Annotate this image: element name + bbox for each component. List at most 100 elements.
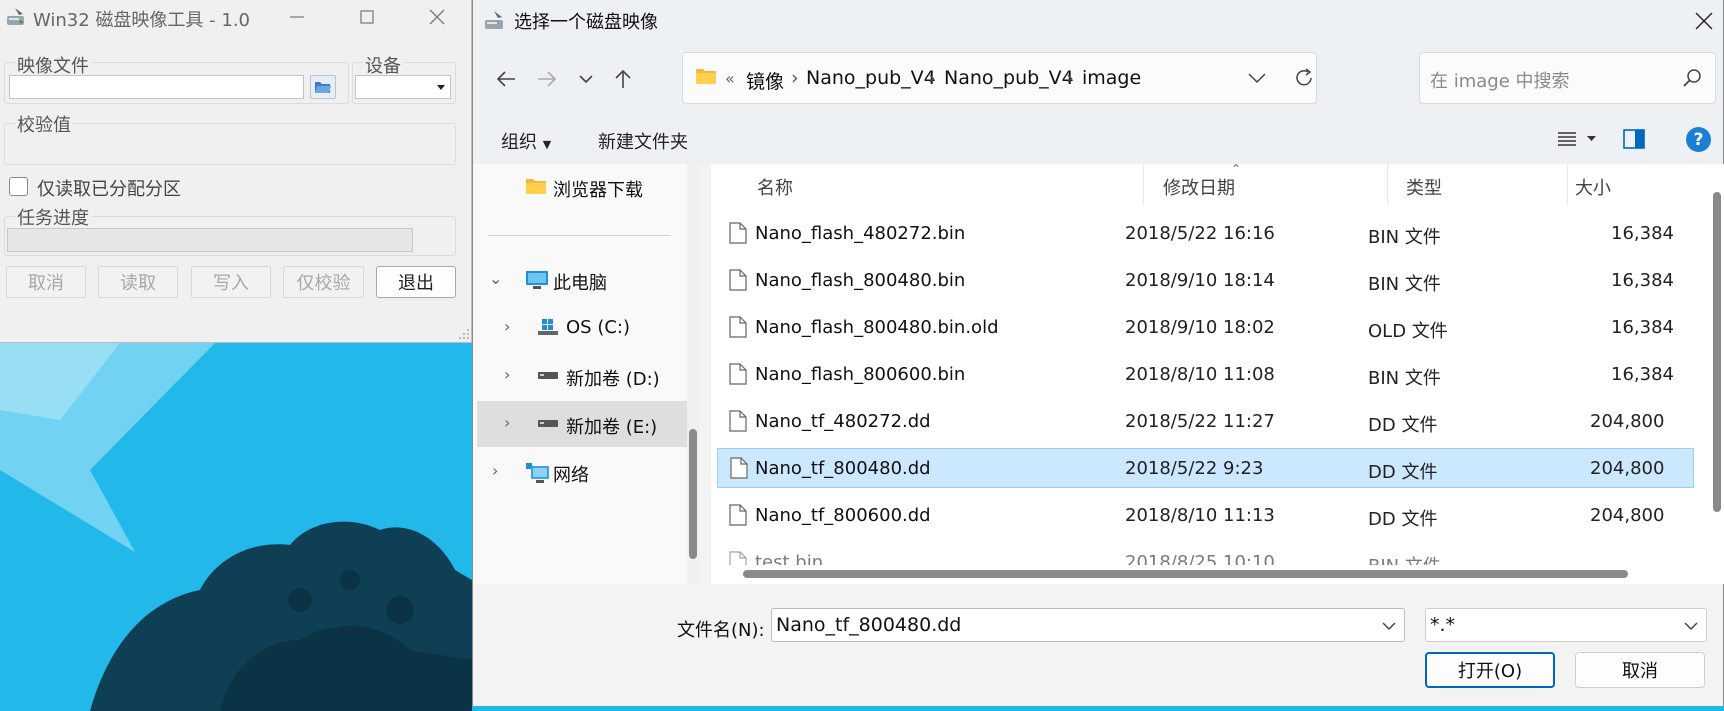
file-type: BIN 文件: [1368, 552, 1441, 565]
file-row[interactable]: test.bin 2018/8/25 10:10 BIN 文件: [717, 543, 1694, 565]
back-button[interactable]: [488, 61, 524, 97]
close-button[interactable]: [402, 0, 472, 34]
file-type: BIN 文件: [1368, 368, 1441, 389]
nav-item-network[interactable]: › 网络: [473, 449, 683, 495]
up-button[interactable]: [605, 61, 641, 97]
organize-menu[interactable]: 组织 ▼: [501, 128, 551, 154]
drive-icon: [538, 372, 558, 379]
file-row[interactable]: Nano_flash_480272.bin 2018/5/22 16:16 BI…: [717, 214, 1694, 254]
minimize-button[interactable]: [262, 0, 332, 34]
breadcrumb-overflow[interactable]: «: [725, 69, 735, 88]
breadcrumb-separator: ›: [791, 67, 799, 89]
file-name: Nano_tf_800480.dd: [755, 458, 931, 479]
scrollbar-thumb[interactable]: [689, 429, 697, 559]
dialog-close-button[interactable]: [1689, 6, 1719, 36]
column-header-type[interactable]: 类型: [1406, 174, 1442, 200]
nav-scrollbar[interactable]: [687, 164, 699, 584]
file-row-selected[interactable]: Nano_tf_800480.dd 2018/5/22 9:23 DD 文件 2…: [717, 448, 1694, 488]
resize-grip-icon[interactable]: [458, 328, 470, 340]
file-type: OLD 文件: [1368, 321, 1448, 342]
file-row[interactable]: Nano_tf_800600.dd 2018/8/10 11:13 DD 文件 …: [717, 496, 1694, 536]
nav-item-this-pc[interactable]: ⌄ 此电脑: [473, 257, 683, 303]
nav-item-drive-c[interactable]: › OS (C:): [473, 305, 683, 351]
browse-button[interactable]: [310, 75, 336, 99]
maximize-button[interactable]: [332, 0, 402, 34]
file-icon: [730, 457, 748, 479]
filetype-value: *.*: [1430, 614, 1456, 636]
dropdown-arrow-icon: ▼: [542, 138, 552, 151]
address-bar[interactable]: « 镜像 › Nano_pub_V4 › Nano_pub_V4 › image: [682, 52, 1317, 104]
readonly-checkbox[interactable]: [9, 177, 28, 196]
breadcrumb-item[interactable]: image: [1082, 67, 1141, 89]
chevron-right-icon: ›: [492, 461, 499, 480]
close-icon: [1695, 12, 1713, 30]
column-divider[interactable]: [1143, 164, 1144, 204]
chevron-down-icon: [579, 74, 593, 83]
file-size: 204,800: [1590, 458, 1665, 479]
search-box[interactable]: 在 image 中搜索: [1419, 52, 1716, 104]
filetype-select[interactable]: *.*: [1425, 608, 1707, 642]
address-history-chevron-icon[interactable]: [1248, 73, 1266, 84]
chevron-down-icon[interactable]: [1382, 622, 1396, 631]
help-icon[interactable]: ?: [1686, 127, 1711, 152]
progress-bar: [7, 228, 413, 252]
breadcrumb-item[interactable]: Nano_pub_V4: [944, 67, 1074, 89]
filename-input[interactable]: Nano_tf_800480.dd: [771, 608, 1405, 642]
chevron-right-icon: ›: [504, 365, 511, 384]
verify-only-button[interactable]: 仅校验: [283, 266, 364, 298]
search-icon: [1683, 69, 1701, 87]
preview-pane-icon[interactable]: [1623, 129, 1645, 149]
breadcrumb-item[interactable]: Nano_pub_V4: [806, 67, 936, 89]
file-list: ⌃ 名称 修改日期 类型 大小 Nano_flash_480272.bin 20…: [711, 164, 1724, 584]
file-name: Nano_flash_800480.bin: [755, 270, 966, 291]
device-select[interactable]: [355, 75, 451, 99]
open-button[interactable]: 打开(O): [1425, 652, 1555, 688]
image-file-input[interactable]: [9, 75, 304, 99]
open-file-dialog: 选择一个磁盘映像 « 镜像 › Nano_pub_V4 › Nano_pub_V…: [472, 0, 1724, 706]
nav-item-browser-downloads[interactable]: 浏览器下载: [473, 164, 683, 210]
file-size: 16,384: [1611, 223, 1674, 244]
file-icon: [729, 269, 747, 291]
chevron-right-icon: ›: [504, 413, 511, 432]
view-options-arrow-icon[interactable]: [1587, 136, 1596, 142]
scrollbar-thumb[interactable]: [743, 570, 1628, 578]
column-divider[interactable]: [1387, 164, 1388, 204]
new-folder-button[interactable]: 新建文件夹: [598, 128, 688, 154]
folder-icon: [526, 179, 546, 194]
file-row[interactable]: Nano_flash_800480.bin 2018/9/10 18:14 BI…: [717, 261, 1694, 301]
exit-button[interactable]: 退出: [376, 266, 456, 298]
file-type: BIN 文件: [1368, 227, 1441, 248]
file-name: Nano_flash_480272.bin: [755, 223, 966, 244]
read-button[interactable]: 读取: [98, 266, 178, 298]
write-button[interactable]: 写入: [191, 266, 271, 298]
arrow-up-icon: [615, 69, 631, 88]
column-divider[interactable]: [1567, 164, 1568, 204]
file-date: 2018/5/22 11:27: [1125, 411, 1275, 432]
scrollbar-thumb[interactable]: [1713, 192, 1721, 512]
file-size: 16,384: [1611, 317, 1674, 338]
nav-item-drive-d[interactable]: › 新加卷 (D:): [473, 353, 683, 399]
breadcrumb-item[interactable]: 镜像: [746, 67, 784, 94]
file-size: 16,384: [1611, 270, 1674, 291]
refresh-icon[interactable]: [1293, 67, 1315, 89]
cancel-button[interactable]: 取消: [6, 266, 86, 298]
column-header-name[interactable]: 名称: [757, 174, 793, 200]
vertical-scrollbar[interactable]: [1711, 164, 1723, 584]
horizontal-scrollbar[interactable]: [723, 567, 1705, 579]
file-name: test.bin: [755, 552, 824, 565]
nav-item-drive-e[interactable]: › 新加卷 (E:): [477, 401, 687, 447]
cancel-button[interactable]: 取消: [1575, 652, 1705, 688]
file-date: 2018/8/10 11:08: [1125, 364, 1275, 385]
forward-button[interactable]: [529, 61, 565, 97]
arrow-right-icon: [538, 71, 557, 87]
recent-locations-button[interactable]: [568, 61, 604, 97]
column-header-date[interactable]: 修改日期: [1163, 174, 1235, 200]
computer-icon: [526, 271, 548, 289]
dialog-title: 选择一个磁盘映像: [514, 12, 658, 33]
column-header-size[interactable]: 大小: [1575, 174, 1611, 200]
view-details-icon[interactable]: [1557, 130, 1577, 148]
file-row[interactable]: Nano_flash_800480.bin.old 2018/9/10 18:0…: [717, 308, 1694, 348]
file-row[interactable]: Nano_flash_800600.bin 2018/8/10 11:08 BI…: [717, 355, 1694, 395]
file-row[interactable]: Nano_tf_480272.dd 2018/5/22 11:27 DD 文件 …: [717, 402, 1694, 442]
minimize-icon: [290, 16, 304, 18]
